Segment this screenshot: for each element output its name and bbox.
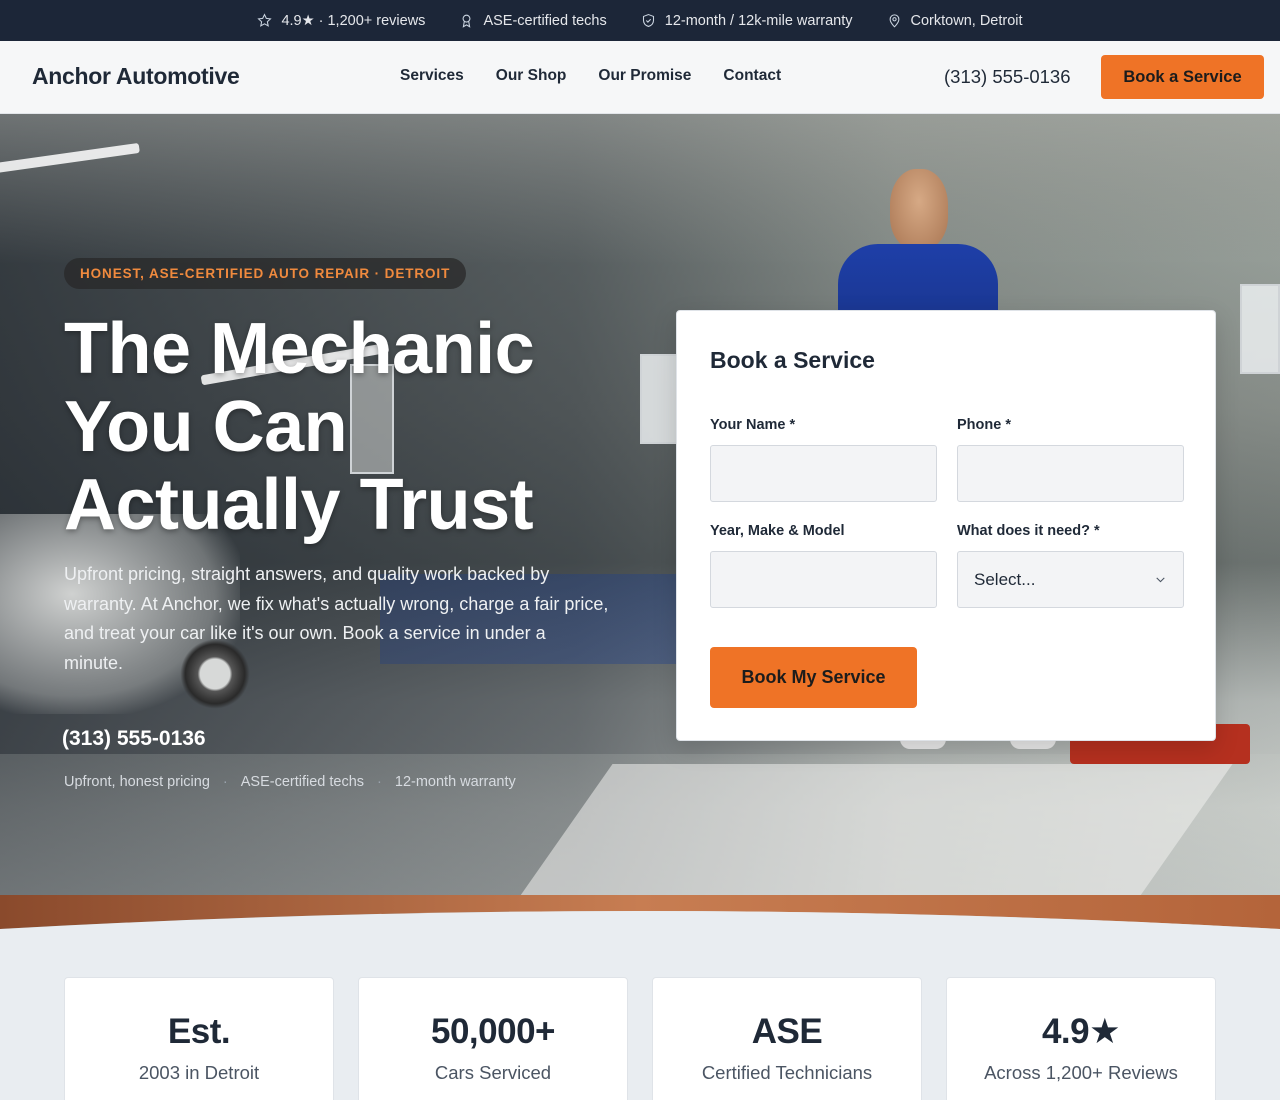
- vehicle-label: Year, Make & Model: [710, 523, 845, 539]
- booking-form-card: Book a Service Your Name * Phone * Year,…: [676, 310, 1216, 741]
- topbar-reviews-text: 4.9★ · 1,200+ reviews: [281, 12, 426, 29]
- name-label: Your Name *: [710, 417, 796, 433]
- stat-value: Est.: [167, 1012, 231, 1051]
- hero-phone-link[interactable]: (313) 555-0136: [62, 727, 206, 751]
- hero-badge: HONEST, ASE-CERTIFIED AUTO REPAIR · DETR…: [64, 258, 467, 289]
- topbar-reviews: 4.9★ · 1,200+ reviews: [257, 13, 425, 29]
- top-info-bar: 4.9★ · 1,200+ reviews ASE-certified tech…: [0, 0, 1280, 41]
- hero-description: Upfront pricing, straight answers, and q…: [64, 564, 609, 673]
- stat-card-certified: ASE Certified Technicians: [652, 977, 922, 1100]
- phone-input[interactable]: [957, 445, 1184, 502]
- topbar-location-text: Corktown, Detroit: [910, 12, 1023, 29]
- stat-value: 4.9★: [1041, 1012, 1121, 1051]
- topbar-location: Corktown, Detroit: [887, 13, 1023, 29]
- topbar-warranty-text: 12-month / 12k-mile warranty: [664, 12, 853, 29]
- name-input[interactable]: [710, 445, 937, 502]
- book-my-service-button[interactable]: Book My Service: [710, 647, 917, 708]
- nav-links: Services Our Shop Our Promise Contact: [400, 67, 781, 85]
- vehicle-input[interactable]: [710, 551, 937, 608]
- stat-label: 2003 in Detroit: [138, 1062, 260, 1083]
- stat-value: ASE: [751, 1012, 823, 1051]
- topbar-certified: ASE-certified techs: [459, 12, 607, 29]
- stat-label: Certified Technicians: [701, 1062, 873, 1083]
- separator-dot: ·: [377, 774, 382, 790]
- nav-link-contact[interactable]: Contact: [723, 67, 781, 85]
- floor-mat-graphic: [507, 764, 1233, 914]
- wall-poster-graphic: [1240, 284, 1280, 374]
- assurance-pricing: Upfront, honest pricing: [64, 774, 210, 790]
- hero-assurances: Upfront, honest pricing · ASE-certified …: [64, 774, 516, 790]
- brand-logo[interactable]: Anchor Automotive: [32, 63, 240, 90]
- assurance-warranty: 12-month warranty: [394, 774, 516, 790]
- shield-icon: [642, 13, 654, 27]
- nav-phone-link[interactable]: (313) 555-0136: [944, 66, 1071, 88]
- map-pin-icon: [889, 14, 899, 28]
- phone-label: Phone *: [957, 417, 1011, 433]
- star-icon: [257, 13, 273, 27]
- main-navigation: Anchor Automotive Services Our Shop Our …: [0, 41, 1280, 114]
- service-need-label: What does it need? *: [957, 523, 1100, 539]
- topbar-warranty: 12-month / 12k-mile warranty: [641, 13, 853, 29]
- stat-label: Across 1,200+ Reviews: [984, 1062, 1178, 1083]
- hero-section: HONEST, ASE-CERTIFIED AUTO REPAIR · DETR…: [0, 114, 1280, 930]
- separator-dot: ·: [222, 774, 228, 790]
- stat-label: Cars Serviced: [434, 1062, 552, 1083]
- chevron-down-icon: [1156, 577, 1165, 583]
- hero-bottom-curve: [0, 895, 1280, 935]
- assurance-certified: ASE-certified techs: [240, 774, 365, 790]
- stat-value: 50,000+: [431, 1012, 556, 1051]
- booking-form-title: Book a Service: [710, 347, 875, 373]
- service-need-selected: Select...: [974, 569, 1036, 589]
- stat-card-cars-serviced: 50,000+ Cars Serviced: [358, 977, 628, 1100]
- nav-link-our-shop[interactable]: Our Shop: [496, 67, 567, 85]
- stat-card-established: Est. 2003 in Detroit: [64, 977, 334, 1100]
- service-need-select[interactable]: Select...: [957, 551, 1184, 608]
- hero-ceiling-graphic: [0, 114, 1280, 264]
- topbar-certified-text: ASE-certified techs: [483, 12, 607, 29]
- hero-headline: The Mechanic You Can Actually Trust: [64, 309, 535, 545]
- mechanic-head-graphic: [890, 169, 948, 249]
- nav-link-services[interactable]: Services: [400, 67, 464, 85]
- book-service-button[interactable]: Book a Service: [1101, 55, 1264, 99]
- nav-link-our-promise[interactable]: Our Promise: [598, 67, 691, 85]
- award-icon: [462, 14, 471, 28]
- stat-card-reviews: 4.9★ Across 1,200+ Reviews: [946, 977, 1216, 1100]
